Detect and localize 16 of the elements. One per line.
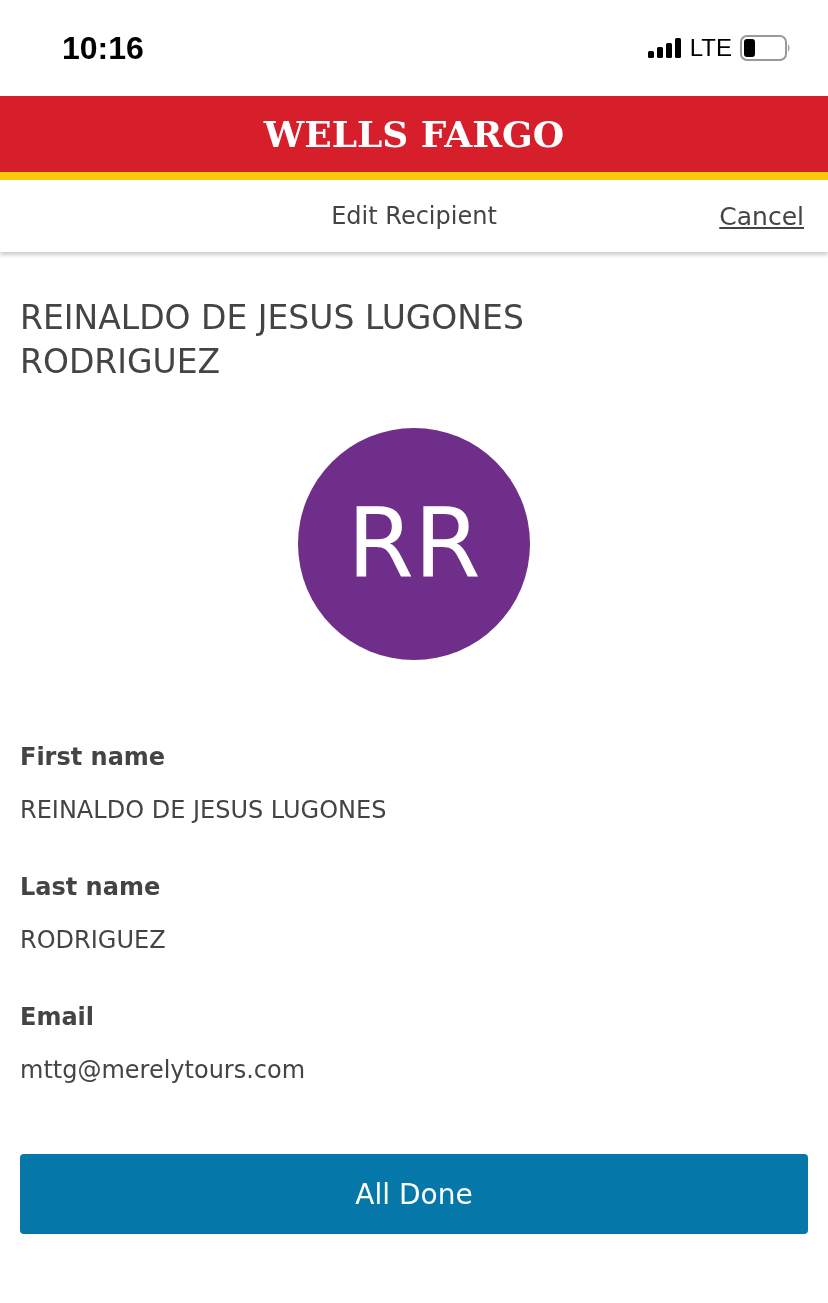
field-value: RODRIGUEZ [20, 925, 167, 956]
field-label: First name [20, 742, 167, 772]
all-done-button[interactable]: All Done [20, 1154, 808, 1234]
initials-avatar: RR [298, 428, 530, 660]
field-value: REINALDO DE JESUS LUGONES [20, 795, 388, 826]
field-value: mttg@merelytours.com [20, 1055, 307, 1086]
page-title: Edit Recipient [331, 202, 497, 230]
cancel-link[interactable]: Cancel [719, 201, 804, 231]
signal-icon [647, 38, 684, 58]
status-time: 10:16 [62, 29, 144, 67]
battery-icon [740, 35, 792, 61]
field-label: Email [20, 1002, 96, 1032]
brand-logo: WELLS FARGO [263, 113, 565, 155]
field-label: Last name [20, 872, 162, 902]
recipient-name: REINALDO DE JESUS LUGONES RODRIGUEZ [20, 297, 525, 383]
network-label: LTE [689, 34, 732, 62]
